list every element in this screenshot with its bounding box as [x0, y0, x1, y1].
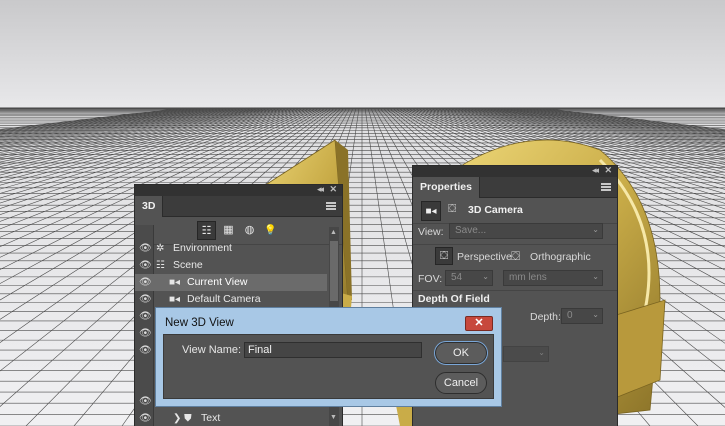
cancel-button[interactable]: Cancel — [435, 372, 487, 394]
collapse-icon[interactable]: ◂◂ — [592, 165, 599, 176]
eye-icon[interactable]: 👁 — [139, 240, 152, 257]
view-label: View: — [418, 226, 444, 238]
orthographic-icon[interactable]: ⛋ — [511, 249, 520, 264]
layer-label: Text — [201, 412, 221, 424]
fov-unit-dropdown[interactable]: mm lens ⌄ — [503, 270, 603, 286]
camera-icon: ■◂ — [169, 294, 181, 305]
properties-header: ■◂ ⛋ 3D Camera — [413, 198, 617, 224]
depth-value: 0 — [567, 310, 573, 321]
chevron-down-icon: ⌄ — [482, 272, 489, 281]
panel-tab-row: Properties — [413, 177, 617, 198]
camera-icon[interactable]: ■◂ — [421, 201, 441, 221]
view-name-label: View Name: — [182, 344, 242, 356]
chevron-down-icon: ⌄ — [592, 225, 599, 234]
chevron-down-icon: ⌄ — [592, 310, 599, 319]
eye-icon[interactable]: 👁 — [139, 291, 152, 308]
eye-icon[interactable]: 👁 — [139, 274, 152, 291]
whole-scene-icon[interactable]: ☷ — [197, 221, 216, 240]
depth-field[interactable]: 0 ⌄ — [561, 308, 603, 324]
divider — [413, 290, 617, 291]
text-mesh-icon: ❯ ⛊ — [173, 413, 192, 424]
layer-row-scene[interactable]: 👁 ☷ Scene — [135, 257, 327, 274]
environment-icon: ✲ — [156, 243, 165, 254]
meshes-icon[interactable]: ▦ — [219, 221, 238, 240]
camera-icon: ■◂ — [169, 277, 181, 288]
scroll-down-icon[interactable]: ▼ — [330, 414, 337, 421]
scrollbar-thumb[interactable] — [330, 241, 338, 301]
dialog-titlebar[interactable]: New 3D View ✕ — [156, 308, 501, 332]
perspective-toggle[interactable]: ⛋ — [435, 247, 453, 265]
layer-row-current-view[interactable]: 👁 ■◂ Current View — [135, 274, 327, 291]
perspective-label: Perspective — [457, 251, 512, 263]
tab-properties[interactable]: Properties — [413, 177, 480, 198]
layer-label: Current View — [187, 276, 248, 288]
dialog-close-button[interactable]: ✕ — [465, 316, 493, 331]
dialog-body: View Name: Final OK Cancel — [163, 334, 494, 399]
close-panel-icon[interactable]: ✕ — [329, 184, 337, 195]
eye-icon[interactable]: 👁 — [139, 410, 152, 426]
eye-icon[interactable]: 👁 — [139, 342, 152, 359]
sky — [0, 0, 725, 108]
depth-of-field-heading: Depth Of Field — [418, 293, 490, 305]
materials-icon[interactable]: ◍ — [240, 221, 259, 240]
tab-3d[interactable]: 3D — [135, 196, 164, 217]
divider — [413, 244, 617, 245]
layer-row-default-camera[interactable]: 👁 ■◂ Default Camera — [135, 291, 327, 308]
depth-label: Depth: — [530, 311, 561, 323]
fov-field[interactable]: 54 ⌄ — [445, 270, 493, 286]
fov-unit-value: mm lens — [509, 272, 547, 283]
panel-menu-icon[interactable] — [601, 183, 611, 191]
coordinates-icon[interactable]: ⛋ — [448, 203, 456, 216]
eye-icon[interactable]: 👁 — [139, 325, 152, 342]
lights-icon[interactable]: 💡 — [261, 221, 280, 240]
panel-menu-icon[interactable] — [326, 202, 336, 210]
panel-title-strip: ◂◂ ✕ — [413, 165, 617, 177]
view-dropdown-value: Save... — [455, 225, 487, 236]
fov-label: FOV: — [418, 273, 443, 285]
eye-icon[interactable]: 👁 — [139, 393, 152, 410]
eye-icon[interactable]: 👁 — [139, 308, 152, 325]
extra-dropdown[interactable]: ⌄ — [503, 346, 549, 362]
layer-row-text[interactable]: 👁 ❯ ⛊ Text — [135, 410, 327, 426]
chevron-down-icon: ⌄ — [538, 348, 545, 357]
new-3d-view-dialog: New 3D View ✕ View Name: Final OK Cancel — [155, 307, 502, 407]
view-dropdown[interactable]: Save... ⌄ — [449, 223, 603, 239]
dialog-title: New 3D View — [165, 317, 234, 329]
panel-tab-row: 3D — [135, 196, 342, 217]
panel-title-strip: ◂◂ ✕ — [135, 184, 342, 196]
layer-label: Scene — [173, 259, 203, 271]
scroll-up-icon[interactable]: ▲ — [330, 229, 337, 236]
layer-label: Default Camera — [187, 293, 261, 305]
collapse-icon[interactable]: ◂◂ — [317, 184, 324, 195]
scene-icon: ☷ — [156, 260, 165, 271]
properties-section-title: 3D Camera — [468, 204, 523, 216]
orthographic-label: Orthographic — [530, 251, 591, 263]
ok-button[interactable]: OK — [435, 342, 487, 364]
view-name-input[interactable]: Final — [244, 342, 422, 358]
fov-value: 54 — [451, 272, 463, 283]
layer-row-environment[interactable]: 👁 ✲ Environment — [135, 240, 327, 257]
chevron-down-icon: ⌄ — [592, 272, 599, 281]
eye-icon[interactable]: 👁 — [139, 257, 152, 274]
close-panel-icon[interactable]: ✕ — [604, 165, 612, 176]
layer-label: Environment — [173, 242, 232, 254]
